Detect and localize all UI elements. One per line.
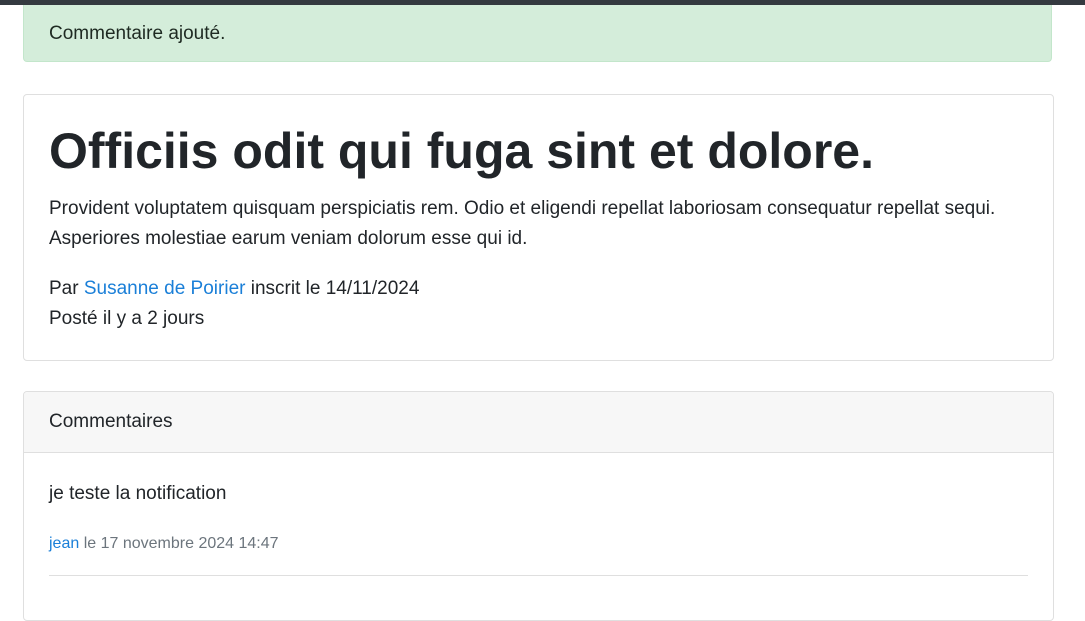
by-label: Par xyxy=(49,278,79,299)
post-title: Officiis odit qui fuga sint et dolore. xyxy=(49,123,874,179)
comment-item: je teste la notification jean le 17 nove… xyxy=(24,483,1053,553)
alert-message: Commentaire ajouté. xyxy=(49,23,226,44)
comment-text: je teste la notification xyxy=(49,483,227,504)
registered-date: inscrit le 14/11/2024 xyxy=(250,278,420,299)
success-alert: Commentaire ajouté. xyxy=(23,5,1052,62)
post-author-line: Par Susanne de Poirier inscrit le 14/11/… xyxy=(49,274,1028,304)
comment-divider xyxy=(49,575,1028,576)
post-meta: Par Susanne de Poirier inscrit le 14/11/… xyxy=(49,274,1028,334)
comment-date: le 17 novembre 2024 14:47 xyxy=(83,535,279,552)
comments-card: Commentaires je teste la notification je… xyxy=(23,391,1054,621)
post-card: Officiis odit qui fuga sint et dolore. P… xyxy=(23,94,1054,361)
comments-header: Commentaires xyxy=(24,392,1053,453)
comment-author-link[interactable]: jean xyxy=(49,535,79,552)
author-link[interactable]: Susanne de Poirier xyxy=(84,278,246,299)
comment-info: jean le 17 novembre 2024 14:47 xyxy=(49,535,1028,553)
post-body: Provident voluptatem quisquam perspiciat… xyxy=(49,198,996,249)
posted-time: Posté il y a 2 jours xyxy=(49,308,205,329)
